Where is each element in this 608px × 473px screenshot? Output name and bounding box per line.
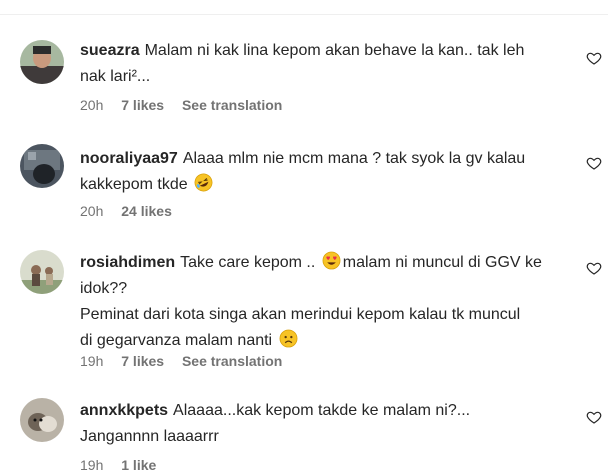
timestamp[interactable]: 19h bbox=[80, 457, 103, 473]
comment-text: Take care kepom .. bbox=[180, 254, 316, 271]
comment-meta: 20h 7 likes See translation bbox=[80, 97, 296, 113]
likes-count[interactable]: 24 likes bbox=[121, 203, 172, 219]
comment-body: sueazra Malam ni kak lina kepom akan beha… bbox=[80, 38, 570, 90]
divider bbox=[0, 14, 608, 15]
heart-outline-icon[interactable] bbox=[586, 155, 602, 171]
comment-body: nooraliyaa97 Alaaa mlm nie mcm mana ? tak… bbox=[80, 146, 570, 198]
avatar[interactable] bbox=[20, 250, 64, 294]
rolling-laughing-emoji bbox=[194, 173, 213, 192]
sad-face-emoji bbox=[279, 329, 297, 348]
see-translation-button[interactable]: See translation bbox=[182, 97, 282, 113]
username[interactable]: sueazra bbox=[80, 42, 140, 59]
heart-outline-icon[interactable] bbox=[586, 50, 602, 66]
comment-text: idok?? bbox=[80, 280, 128, 297]
comment-text: Malam ni kak lina kepom akan behave la k… bbox=[144, 42, 525, 59]
comment-text: di gegarvanza malam nanti bbox=[80, 332, 273, 349]
likes-count[interactable]: 7 likes bbox=[121, 97, 164, 113]
heart-outline-icon[interactable] bbox=[586, 409, 602, 425]
comment-text: Peminat dari kota singa akan merindui ke… bbox=[80, 306, 521, 323]
comment-text: nak lari²... bbox=[80, 68, 151, 85]
comment-body: rosiahdimen Take care kepom .. malam ni m… bbox=[80, 250, 570, 354]
likes-count[interactable]: 7 likes bbox=[121, 353, 164, 369]
timestamp[interactable]: 20h bbox=[80, 97, 103, 113]
see-translation-button[interactable]: See translation bbox=[182, 353, 282, 369]
comment-text: malam ni muncul di GGV ke bbox=[342, 254, 542, 271]
timestamp[interactable]: 19h bbox=[80, 353, 103, 369]
comment-text: Alaaaa...kak kepom takde ke malam ni?... bbox=[173, 402, 471, 419]
likes-count[interactable]: 1 like bbox=[121, 457, 156, 473]
username[interactable]: nooraliyaa97 bbox=[80, 150, 178, 167]
timestamp[interactable]: 20h bbox=[80, 203, 103, 219]
comment-text: Alaaa mlm nie mcm mana ? tak syok la gv … bbox=[182, 150, 526, 167]
avatar[interactable] bbox=[20, 398, 64, 442]
heart-outline-icon[interactable] bbox=[586, 260, 602, 276]
avatar[interactable] bbox=[20, 40, 64, 84]
comment-meta: 20h 24 likes bbox=[80, 203, 186, 219]
heart-eyes-emoji bbox=[322, 251, 341, 270]
comment-meta: 19h 7 likes See translation bbox=[80, 353, 296, 369]
comment-text: Jangannnn laaaarrr bbox=[80, 428, 219, 445]
username[interactable]: annxkkpets bbox=[80, 402, 168, 419]
comment-text: kakkepom tkde bbox=[80, 176, 188, 193]
avatar[interactable] bbox=[20, 144, 64, 188]
username[interactable]: rosiahdimen bbox=[80, 254, 175, 271]
comment-meta: 19h 1 like bbox=[80, 457, 170, 473]
comment-body: annxkkpets Alaaaa...kak kepom takde ke ma… bbox=[80, 398, 570, 450]
